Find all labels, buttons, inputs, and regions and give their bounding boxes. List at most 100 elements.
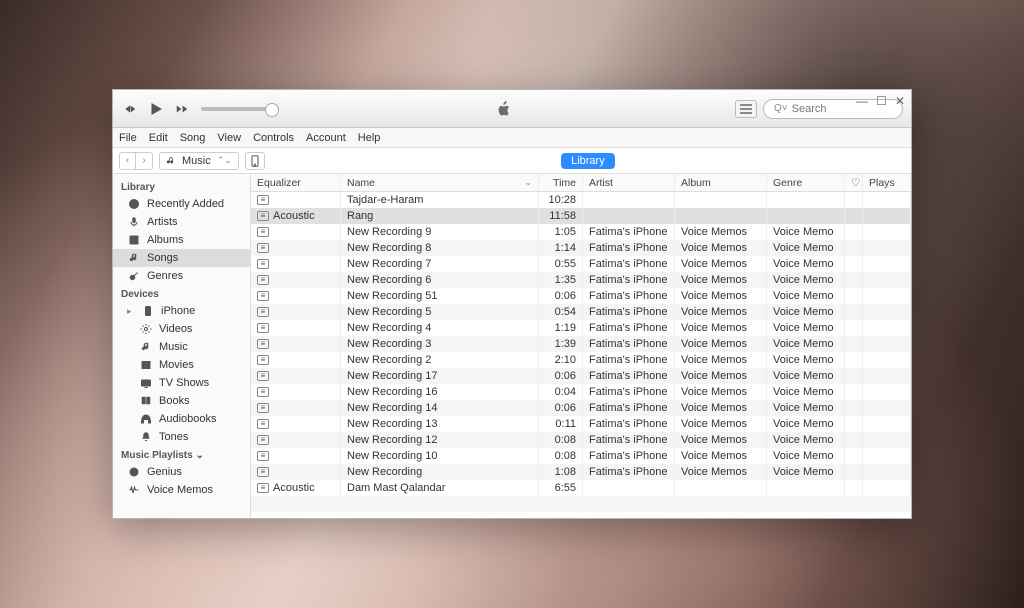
table-row[interactable]: New Recording 510:06Fatima's iPhoneVoice…	[251, 288, 911, 304]
cell	[863, 288, 911, 304]
menu-song[interactable]: Song	[180, 132, 206, 144]
cell: 11:58	[539, 208, 583, 224]
next-button[interactable]	[173, 100, 191, 118]
prev-button[interactable]	[121, 100, 139, 118]
cell	[845, 192, 863, 208]
minimize-button[interactable]: —	[856, 94, 868, 108]
menu-edit[interactable]: Edit	[149, 132, 168, 144]
view-list-button[interactable]	[735, 100, 757, 118]
cell	[845, 416, 863, 432]
table-row[interactable]: New Recording1:08Fatima's iPhoneVoice Me…	[251, 464, 911, 480]
table-row[interactable]: New Recording 41:19Fatima's iPhoneVoice …	[251, 320, 911, 336]
table-row[interactable]: New Recording 91:05Fatima's iPhoneVoice …	[251, 224, 911, 240]
cell: New Recording 8	[341, 240, 539, 256]
col-time[interactable]: Time	[539, 174, 583, 191]
cell: Voice Memo	[767, 304, 845, 320]
forward-button[interactable]: ›	[136, 153, 152, 169]
chevron-updown-icon: ⌃⌄	[217, 155, 232, 166]
col-album[interactable]: Album	[675, 174, 767, 191]
table-row[interactable]: New Recording 130:11Fatima's iPhoneVoice…	[251, 416, 911, 432]
cell: New Recording 17	[341, 368, 539, 384]
table-row[interactable]: New Recording 22:10Fatima's iPhoneVoice …	[251, 352, 911, 368]
cell	[767, 208, 845, 224]
sidebar-item-label: Songs	[147, 252, 178, 264]
category-selector[interactable]: Music ⌃⌄	[159, 152, 239, 170]
play-button[interactable]	[145, 98, 167, 120]
cell: Voice Memo	[767, 352, 845, 368]
cell: Acoustic	[251, 208, 341, 224]
titlebar: Q˅	[113, 90, 911, 128]
cell: 1:39	[539, 336, 583, 352]
maximize-button[interactable]: ☐	[876, 94, 887, 108]
cell: Fatima's iPhone	[583, 368, 675, 384]
volume-slider[interactable]	[201, 107, 273, 111]
cell: Voice Memos	[675, 352, 767, 368]
table-row[interactable]: AcousticRang11:58	[251, 208, 911, 224]
menu-file[interactable]: File	[119, 132, 137, 144]
sidebar-item-tones[interactable]: Tones	[113, 428, 250, 446]
cell: New Recording 7	[341, 256, 539, 272]
tab-library[interactable]: Library	[561, 153, 615, 169]
equalizer-icon	[257, 403, 269, 413]
col-genre[interactable]: Genre	[767, 174, 845, 191]
sidebar-item-audiobooks[interactable]: Audiobooks	[113, 410, 250, 428]
sidebar-item-recently-added[interactable]: Recently Added	[113, 195, 250, 213]
table-row[interactable]: New Recording 81:14Fatima's iPhoneVoice …	[251, 240, 911, 256]
cell: New Recording 4	[341, 320, 539, 336]
col-artist[interactable]: Artist	[583, 174, 675, 191]
sidebar-item-iphone[interactable]: ▸iPhone	[113, 302, 250, 320]
sidebar-item-books[interactable]: Books	[113, 392, 250, 410]
sidebar-item-albums[interactable]: Albums	[113, 231, 250, 249]
cell: Tajdar-e-Haram	[341, 192, 539, 208]
col-love[interactable]: ♡	[845, 174, 863, 191]
cell: Voice Memo	[767, 368, 845, 384]
sidebar-item-genres[interactable]: Genres	[113, 267, 250, 285]
col-plays[interactable]: Plays	[863, 174, 911, 191]
cell	[863, 240, 911, 256]
device-button[interactable]	[245, 152, 265, 170]
sidebar-item-movies[interactable]: Movies	[113, 356, 250, 374]
table-row[interactable]: New Recording 100:08Fatima's iPhoneVoice…	[251, 448, 911, 464]
table-row-empty	[251, 512, 911, 518]
sidebar-item-artists[interactable]: Artists	[113, 213, 250, 231]
menu-controls[interactable]: Controls	[253, 132, 294, 144]
cell: Fatima's iPhone	[583, 256, 675, 272]
sidebar: LibraryRecently AddedArtistsAlbumsSongsG…	[113, 174, 251, 518]
table-row[interactable]: New Recording 170:06Fatima's iPhoneVoice…	[251, 368, 911, 384]
table-row[interactable]: New Recording 160:04Fatima's iPhoneVoice…	[251, 384, 911, 400]
book-icon	[139, 394, 153, 408]
cell	[845, 432, 863, 448]
cell	[845, 208, 863, 224]
sidebar-item-voice-memos[interactable]: Voice Memos	[113, 481, 250, 499]
note-icon	[127, 251, 141, 265]
cell: Voice Memos	[675, 368, 767, 384]
sidebar-item-songs[interactable]: Songs	[113, 249, 250, 267]
sidebar-item-genius[interactable]: Genius	[113, 463, 250, 481]
table-row[interactable]: New Recording 61:35Fatima's iPhoneVoice …	[251, 272, 911, 288]
menu-account[interactable]: Account	[306, 132, 346, 144]
close-button[interactable]: ✕	[895, 94, 905, 108]
table-row[interactable]: New Recording 50:54Fatima's iPhoneVoice …	[251, 304, 911, 320]
film-icon	[139, 358, 153, 372]
sidebar-item-tv-shows[interactable]: TV Shows	[113, 374, 250, 392]
table-row[interactable]: New Recording 140:06Fatima's iPhoneVoice…	[251, 400, 911, 416]
table-row[interactable]: New Recording 31:39Fatima's iPhoneVoice …	[251, 336, 911, 352]
cell: Voice Memo	[767, 416, 845, 432]
table-row[interactable]: New Recording 120:08Fatima's iPhoneVoice…	[251, 432, 911, 448]
col-name[interactable]: Name⌄	[341, 174, 539, 191]
sidebar-item-videos[interactable]: Videos	[113, 320, 250, 338]
cell: Voice Memos	[675, 240, 767, 256]
col-equalizer[interactable]: Equalizer	[251, 174, 341, 191]
equalizer-icon	[257, 323, 269, 333]
cell	[675, 208, 767, 224]
sidebar-item-music[interactable]: Music	[113, 338, 250, 356]
sidebar-item-label: TV Shows	[159, 377, 209, 389]
cell	[251, 368, 341, 384]
menu-view[interactable]: View	[217, 132, 241, 144]
back-button[interactable]: ‹	[120, 153, 136, 169]
table-row[interactable]: New Recording 70:55Fatima's iPhoneVoice …	[251, 256, 911, 272]
menu-help[interactable]: Help	[358, 132, 381, 144]
table-row[interactable]: AcousticDam Mast Qalandar6:55	[251, 480, 911, 496]
window-controls: — ☐ ✕	[856, 94, 905, 108]
table-row[interactable]: Tajdar-e-Haram10:28	[251, 192, 911, 208]
